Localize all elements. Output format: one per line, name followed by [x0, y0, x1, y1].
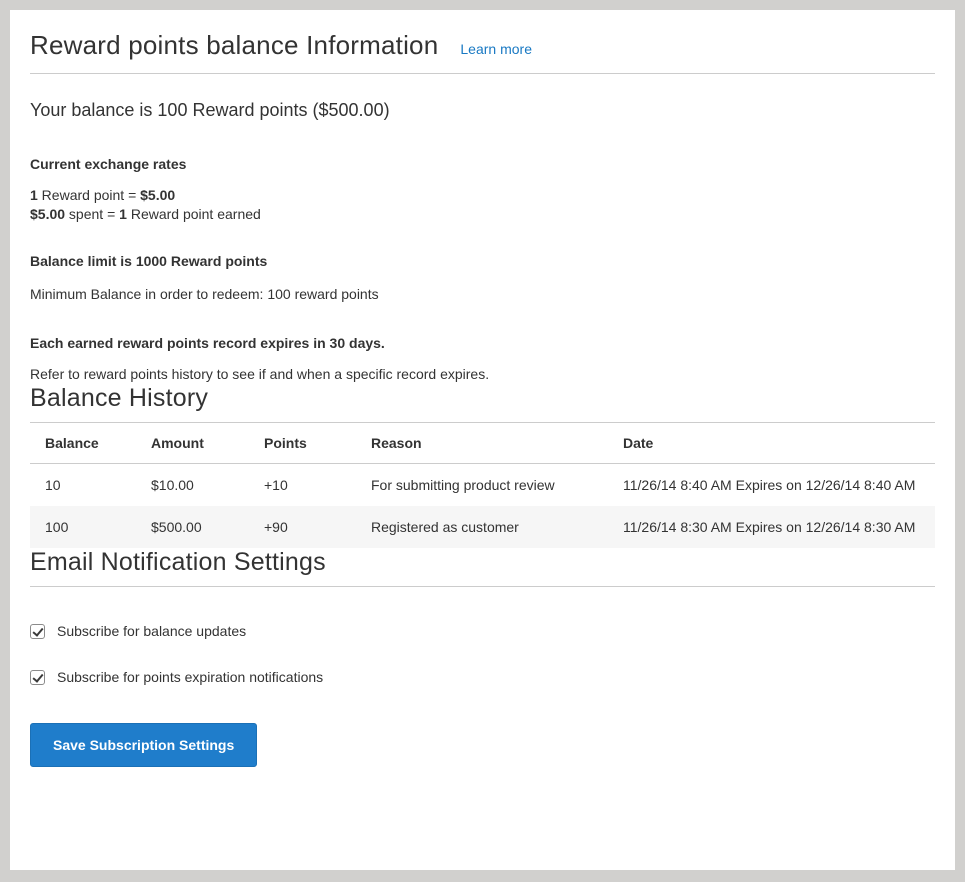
header-divider	[30, 73, 935, 74]
column-header-amount: Amount	[136, 423, 249, 464]
cell-date: 11/26/14 8:40 AM Expires on 12/26/14 8:4…	[608, 464, 935, 507]
balance-history-title: Balance History	[30, 384, 935, 413]
points-expiration-option: Subscribe for points expiration notifica…	[30, 669, 935, 685]
balance-updates-label[interactable]: Subscribe for balance updates	[57, 623, 246, 639]
email-settings-divider	[30, 586, 935, 587]
expiration-note: Refer to reward points history to see if…	[30, 365, 935, 384]
rate2-suffix: Reward point earned	[127, 206, 261, 222]
column-header-reason: Reason	[356, 423, 608, 464]
cell-balance: 100	[30, 506, 136, 548]
rate1-equals: Reward point =	[38, 187, 140, 203]
email-settings-title: Email Notification Settings	[30, 548, 935, 577]
exchange-rates-lines: 1 Reward point = $5.00 $5.00 spent = 1 R…	[30, 186, 935, 224]
exchange-rates-heading: Current exchange rates	[30, 155, 935, 174]
expiration-heading: Each earned reward points record expires…	[30, 334, 935, 353]
balance-updates-option: Subscribe for balance updates	[30, 623, 935, 639]
table-row: 10 $10.00 +10 For submitting product rev…	[30, 464, 935, 507]
table-header-row: Balance Amount Points Reason Date	[30, 423, 935, 464]
minimum-balance-text: Minimum Balance in order to redeem: 100 …	[30, 285, 935, 304]
balance-updates-checkbox[interactable]	[30, 624, 45, 639]
learn-more-link[interactable]: Learn more	[460, 41, 532, 57]
cell-points: +90	[249, 506, 356, 548]
cell-balance: 10	[30, 464, 136, 507]
balance-history-table: Balance Amount Points Reason Date 10 $10…	[30, 423, 935, 548]
reward-points-panel: Reward points balance Information Learn …	[10, 10, 955, 870]
balance-summary: Your balance is 100 Reward points ($500.…	[30, 100, 935, 121]
exchange-rate-line-2: $5.00 spent = 1 Reward point earned	[30, 206, 261, 222]
rate2-value: $5.00	[30, 206, 65, 222]
page-title: Reward points balance Information	[30, 30, 438, 61]
cell-reason: For submitting product review	[356, 464, 608, 507]
points-expiration-label[interactable]: Subscribe for points expiration notifica…	[57, 669, 323, 685]
cell-reason: Registered as customer	[356, 506, 608, 548]
balance-limit-text: Balance limit is 1000 Reward points	[30, 252, 935, 271]
cell-points: +10	[249, 464, 356, 507]
table-row: 100 $500.00 +90 Registered as customer 1…	[30, 506, 935, 548]
page-header: Reward points balance Information Learn …	[30, 30, 935, 61]
cell-date: 11/26/14 8:30 AM Expires on 12/26/14 8:3…	[608, 506, 935, 548]
column-header-points: Points	[249, 423, 356, 464]
column-header-date: Date	[608, 423, 935, 464]
rate2-points: 1	[119, 206, 127, 222]
column-header-balance: Balance	[30, 423, 136, 464]
cell-amount: $10.00	[136, 464, 249, 507]
save-subscription-settings-button[interactable]: Save Subscription Settings	[30, 723, 257, 767]
rate1-points: 1	[30, 187, 38, 203]
rate2-equals: spent =	[65, 206, 119, 222]
points-expiration-checkbox[interactable]	[30, 670, 45, 685]
rate1-value: $5.00	[140, 187, 175, 203]
cell-amount: $500.00	[136, 506, 249, 548]
exchange-rate-line-1: 1 Reward point = $5.00	[30, 187, 175, 203]
